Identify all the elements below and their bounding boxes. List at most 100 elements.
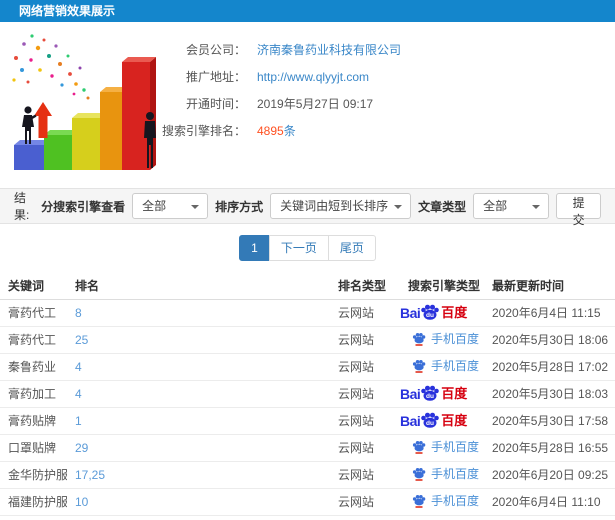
rank-type-cell: 云网站 <box>330 434 400 462</box>
engine-cell: 手机百度 <box>400 461 484 489</box>
rank-link[interactable]: 1 <box>75 414 82 428</box>
url-label: 推广地址： <box>185 70 246 84</box>
rank-link[interactable]: 17,25 <box>75 468 105 482</box>
rank-type-cell: 云网站 <box>330 326 400 354</box>
open-time-label: 开通时间： <box>185 97 246 111</box>
baidu-pc-logo: Bai du 百度 <box>400 304 468 321</box>
rank-link[interactable]: 29 <box>75 441 88 455</box>
baidu-mobile-logo: 手机百度 <box>412 330 479 347</box>
header-keyword: 关键词 <box>0 272 67 300</box>
svg-text:du: du <box>426 420 434 427</box>
rank-type-cell: 云网站 <box>330 380 400 408</box>
table-row: 膏药加工 4 云网站 Bai du 百度 2020年5月30日 18:03 <box>0 380 615 408</box>
updated-cell: 2020年6月4日 11:15 <box>484 299 615 327</box>
baidu-paw-icon <box>412 332 426 346</box>
table-row: 膏药代工 25 云网站 手机百度 2020年5月30日 18:06 <box>0 326 615 354</box>
rank-link[interactable]: 25 <box>75 333 88 347</box>
keyword-cell: 金华防护服 <box>0 461 67 489</box>
baidu-paw-icon: du <box>421 385 440 401</box>
rank-link[interactable]: 8 <box>75 306 82 320</box>
svg-text:du: du <box>426 393 434 400</box>
engine-cell: Bai du 百度 <box>400 407 484 435</box>
baidu-paw-icon <box>412 467 426 481</box>
baidu-mobile-logo: 手机百度 <box>412 357 479 374</box>
engine-filter-label: 分搜索引擎查看 <box>41 199 126 214</box>
keyword-cell: 膏药代工 <box>0 299 67 327</box>
result-label: 结果: <box>14 191 30 222</box>
engine-cell: 手机百度 <box>400 353 484 381</box>
sort-filter-label: 排序方式 <box>215 199 264 214</box>
updated-cell: 2020年6月4日 11:10 <box>484 488 615 516</box>
open-time-value: 2019年5月27日 09:17 <box>257 97 374 111</box>
engine-cell: 手机百度 <box>400 326 484 354</box>
engine-filter-select[interactable]: 全部 <box>132 193 209 219</box>
header-rank-type: 排名类型 <box>330 272 400 300</box>
svg-text:du: du <box>426 312 434 319</box>
keyword-cell: 膏药代工 <box>0 326 67 354</box>
company-link[interactable]: 济南秦鲁药业科技有限公司 <box>257 41 401 58</box>
keyword-cell: 膏药贴牌 <box>0 407 67 435</box>
table-row: 膏药贴牌 1 云网站 Bai du 百度 2020年5月30日 17:58 <box>0 407 615 435</box>
keyword-cell: 福建防护服 <box>0 488 67 516</box>
rank-link[interactable]: 4 <box>75 360 82 374</box>
confetti-dots <box>12 34 90 100</box>
rank-type-cell: 云网站 <box>330 488 400 516</box>
rank-link[interactable]: 10 <box>75 495 88 509</box>
updated-cell: 2020年5月28日 17:02 <box>484 353 615 381</box>
baidu-paw-icon: du <box>421 412 440 428</box>
company-label: 会员公司： <box>185 43 246 57</box>
info-row-company: 会员公司： 济南秦鲁药业科技有限公司 <box>158 36 401 63</box>
baidu-paw-icon <box>412 359 426 373</box>
result-filter-bar: 结果: 分搜索引擎查看 全部 排序方式 关键词由短到长排序 文章类型 全部 提交 <box>0 188 615 227</box>
baidu-paw-icon: du <box>421 304 440 320</box>
promotion-url-link[interactable]: http://www.qlyyjt.com <box>257 70 369 84</box>
baidu-paw-icon <box>412 494 426 508</box>
submit-button[interactable]: 提交 <box>556 193 601 227</box>
baidu-pc-logo: Bai du 百度 <box>400 385 468 402</box>
rank-type-cell: 云网站 <box>330 353 400 381</box>
keyword-cell: 膏药加工 <box>0 380 67 408</box>
header-engine-type: 搜索引擎类型 <box>400 272 484 300</box>
updated-cell: 2020年5月30日 17:58 <box>484 407 615 435</box>
table-header-row: 关键词 排名 排名类型 搜索引擎类型 最新更新时间 <box>0 272 615 300</box>
keyword-cell: 秦鲁药业 <box>0 353 67 381</box>
rank-type-cell: 云网站 <box>330 299 400 327</box>
next-page-button[interactable]: 下一页 <box>268 235 329 261</box>
rank-link[interactable]: 4 <box>75 387 82 401</box>
header-updated: 最新更新时间 <box>484 272 615 300</box>
table-row: 福建防护服 10 云网站 手机百度 2020年6月4日 11:10 <box>0 488 615 516</box>
article-type-label: 文章类型 <box>418 199 467 214</box>
engine-cell: 手机百度 <box>400 488 484 516</box>
bars <box>14 57 156 170</box>
rank-type-cell: 云网站 <box>330 461 400 489</box>
baidu-mobile-logo: 手机百度 <box>412 438 479 455</box>
engine-cell: 手机百度 <box>400 434 484 462</box>
last-page-button[interactable]: 尾页 <box>327 235 376 261</box>
engine-cell: Bai du 百度 <box>400 299 484 327</box>
page-title: 网络营销效果展示 <box>0 0 615 22</box>
sort-filter-select[interactable]: 关键词由短到长排序 <box>270 193 412 219</box>
keyword-cell: 口罩贴牌 <box>0 434 67 462</box>
updated-cell: 2020年6月20日 09:25 <box>484 461 615 489</box>
filter-controls: 分搜索引擎查看 全部 排序方式 关键词由短到长排序 文章类型 全部 提交 <box>41 193 601 227</box>
member-info: 会员公司： 济南秦鲁药业科技有限公司 推广地址： http://www.qlyy… <box>158 36 401 144</box>
table-row: 金华防护服 17,25 云网站 手机百度 2020年6月20日 09:25 <box>0 461 615 489</box>
article-type-select[interactable]: 全部 <box>473 193 550 219</box>
baidu-mobile-logo: 手机百度 <box>412 492 479 509</box>
baidu-mobile-logo: 手机百度 <box>412 465 479 482</box>
info-row-open-time: 开通时间： 2019年5月27日 09:17 <box>158 90 401 117</box>
info-row-ranking-count: 搜索引擎排名： 4895条 <box>158 117 401 144</box>
updated-cell: 2020年5月30日 18:03 <box>484 380 615 408</box>
pagination: 1 下一页 尾页 <box>0 224 615 272</box>
engine-cell: Bai du 百度 <box>400 380 484 408</box>
table-row: 口罩贴牌 29 云网站 手机百度 2020年5月28日 16:55 <box>0 434 615 462</box>
header-rank: 排名 <box>67 272 330 300</box>
bar-chart-illustration <box>12 34 156 170</box>
table-row: 膏药代工 8 云网站 Bai du 百度 2020年6月4日 11:15 <box>0 299 615 327</box>
table-row: 秦鲁药业 4 云网站 手机百度 2020年5月28日 17:02 <box>0 353 615 381</box>
info-row-url: 推广地址： http://www.qlyyjt.com <box>158 63 401 90</box>
keyword-ranking-table: 关键词 排名 排名类型 搜索引擎类型 最新更新时间 膏药代工 8 云网站 Bai… <box>0 272 615 516</box>
page-1-button[interactable]: 1 <box>239 235 270 261</box>
summary-section: 会员公司： 济南秦鲁药业科技有限公司 推广地址： http://www.qlyy… <box>0 22 615 188</box>
ranking-count-label: 搜索引擎排名： <box>161 124 246 138</box>
